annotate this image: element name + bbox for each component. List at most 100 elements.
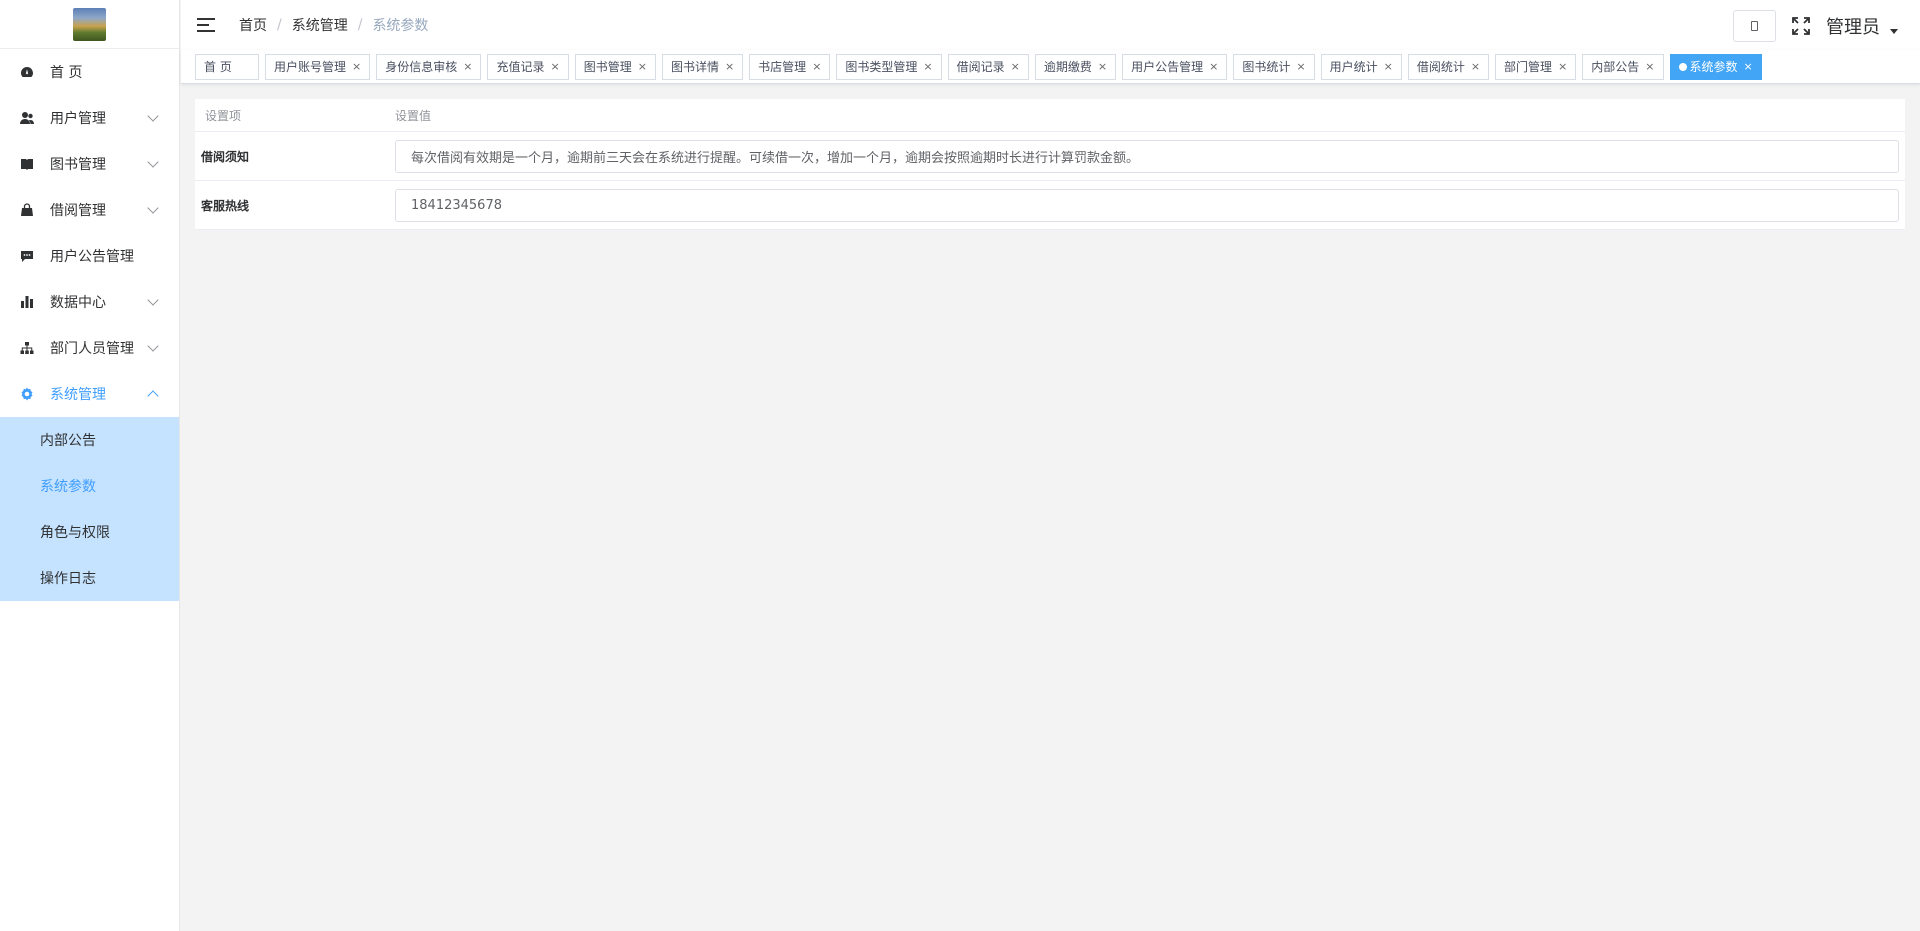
tag-book-management[interactable]: 图书管理 × bbox=[574, 53, 656, 80]
book-icon bbox=[21, 159, 33, 170]
tag-label: 图书管理 bbox=[583, 60, 632, 74]
close-icon[interactable]: × bbox=[1384, 60, 1393, 73]
breadcrumb-item-system[interactable]: 系统管理 bbox=[292, 15, 348, 35]
borrow-notice-input[interactable]: 每次借阅有效期是一个月，逾期前三天会在系统进行提醒。可续借一次，增加一个月，逾期… bbox=[395, 139, 1899, 173]
column-header-value: 设置值 bbox=[395, 108, 432, 123]
tag-label: 内部公告 bbox=[1591, 60, 1640, 74]
tag-label: 图书类型管理 bbox=[845, 60, 918, 74]
app-root: 首 页 用户管理 图书管理 借阅管理 用户公告管理 数据中心 部门人员管理 系统… bbox=[0, 0, 1920, 931]
close-icon[interactable]: × bbox=[1011, 60, 1020, 73]
user-menu[interactable]: 管理员 bbox=[1826, 13, 1898, 39]
sidebar-item-department[interactable]: 部门人员管理 bbox=[0, 325, 179, 371]
header-actions: 管理员 bbox=[1733, 10, 1898, 42]
close-icon[interactable]: × bbox=[1296, 60, 1305, 73]
hotline-input[interactable]: 18412345678 bbox=[395, 188, 1899, 222]
tag-bookstore[interactable]: 书店管理 × bbox=[749, 53, 831, 80]
collapse-menu-icon[interactable] bbox=[197, 18, 215, 32]
table-row: 借阅须知 每次借阅有效期是一个月，逾期前三天会在系统进行提醒。可续借一次，增加一… bbox=[195, 132, 1905, 181]
org-chart-icon bbox=[20, 342, 34, 354]
sidebar-item-borrow[interactable]: 借阅管理 bbox=[0, 187, 179, 233]
close-icon[interactable]: × bbox=[352, 60, 361, 73]
tag-label: 首 页 bbox=[204, 60, 232, 74]
close-icon[interactable]: × bbox=[550, 60, 559, 73]
tag-user-stats[interactable]: 用户统计 × bbox=[1320, 53, 1402, 80]
tag-internal-notice[interactable]: 内部公告 × bbox=[1582, 53, 1664, 80]
tag-label: 逾期缴费 bbox=[1043, 60, 1092, 74]
breadcrumb-item-current: 系统参数 bbox=[372, 18, 429, 34]
submenu-item-system-params[interactable]: 系统参数 bbox=[0, 463, 179, 509]
sidebar-item-label: 借阅管理 bbox=[50, 203, 106, 219]
tag-label: 系统参数 bbox=[1689, 60, 1738, 74]
sidebar-item-system[interactable]: 系统管理 bbox=[0, 371, 179, 417]
submenu-item-operation-log[interactable]: 操作日志 bbox=[0, 555, 179, 601]
sidebar-item-label: 用户管理 bbox=[50, 111, 106, 127]
shopping-bag-icon bbox=[21, 203, 33, 216]
close-icon[interactable]: × bbox=[812, 60, 821, 73]
breadcrumb: 首页 / 系统管理 / 系统参数 bbox=[239, 15, 428, 35]
sidebar: 首 页 用户管理 图书管理 借阅管理 用户公告管理 数据中心 部门人员管理 系统… bbox=[0, 0, 180, 931]
table-row: 客服热线 18412345678 bbox=[195, 181, 1905, 230]
close-icon[interactable]: × bbox=[638, 60, 647, 73]
users-icon bbox=[20, 112, 34, 124]
tag-label: 图书详情 bbox=[670, 60, 719, 74]
tag-label: 用户统计 bbox=[1329, 60, 1378, 74]
tag-label: 用户公告管理 bbox=[1131, 60, 1204, 74]
sidebar-item-users[interactable]: 用户管理 bbox=[0, 95, 179, 141]
breadcrumb-item-home[interactable]: 首页 bbox=[239, 15, 267, 35]
tag-department[interactable]: 部门管理 × bbox=[1495, 53, 1577, 80]
breadcrumb-separator: / bbox=[357, 17, 363, 33]
tag-recharge-records[interactable]: 充值记录 × bbox=[487, 53, 569, 80]
setting-value-cell: 每次借阅有效期是一个月，逾期前三天会在系统进行提醒。可续借一次，增加一个月，逾期… bbox=[395, 139, 1905, 173]
phone-icon bbox=[1751, 21, 1758, 31]
gear-icon bbox=[21, 387, 33, 401]
fullscreen-icon[interactable] bbox=[1792, 17, 1810, 35]
close-icon[interactable]: × bbox=[1645, 60, 1654, 73]
caret-down-icon bbox=[1890, 28, 1898, 34]
tag-label: 书店管理 bbox=[758, 60, 807, 74]
chevron-down-icon bbox=[147, 110, 159, 122]
table-header: 设置项 设置值 bbox=[195, 99, 1905, 132]
tag-book-stats[interactable]: 图书统计 × bbox=[1233, 53, 1315, 80]
close-icon[interactable]: × bbox=[1209, 60, 1218, 73]
breadcrumb-separator: / bbox=[277, 17, 282, 33]
submenu-item-internal-notice[interactable]: 内部公告 bbox=[0, 417, 179, 463]
tag-system-params[interactable]: 系统参数 × bbox=[1669, 53, 1762, 80]
tag-user-announcements[interactable]: 用户公告管理 × bbox=[1122, 53, 1228, 80]
dashboard-icon bbox=[21, 67, 33, 77]
tag-identity-review[interactable]: 身份信息审核 × bbox=[376, 53, 482, 80]
tag-book-types[interactable]: 图书类型管理 × bbox=[836, 53, 942, 80]
close-icon[interactable]: × bbox=[1098, 60, 1107, 73]
bar-chart-icon bbox=[21, 296, 33, 308]
sidebar-item-announcements[interactable]: 用户公告管理 bbox=[0, 233, 179, 279]
tag-home[interactable]: 首 页 bbox=[195, 53, 259, 80]
close-icon[interactable]: × bbox=[463, 60, 472, 73]
tag-label: 充值记录 bbox=[496, 60, 545, 74]
logo-image[interactable] bbox=[73, 7, 106, 41]
close-icon[interactable]: × bbox=[1558, 60, 1567, 73]
sidebar-item-data-center[interactable]: 数据中心 bbox=[0, 279, 179, 325]
tags-view: 首 页 用户账号管理 × 身份信息审核 × 充值记录 × 图书管理 × 图书详情 × 书店… bbox=[181, 50, 1920, 84]
close-icon[interactable]: × bbox=[725, 60, 734, 73]
column-header-key: 设置项 bbox=[205, 108, 242, 123]
active-dot-icon bbox=[1678, 62, 1687, 71]
submenu-item-roles[interactable]: 角色与权限 bbox=[0, 509, 179, 555]
sidebar-item-books[interactable]: 图书管理 bbox=[0, 141, 179, 187]
tag-label: 借阅统计 bbox=[1416, 60, 1465, 74]
chevron-down-icon bbox=[147, 202, 159, 214]
close-icon[interactable]: × bbox=[923, 60, 932, 73]
sidebar-menu: 首 页 用户管理 图书管理 借阅管理 用户公告管理 数据中心 部门人员管理 系统… bbox=[0, 49, 179, 417]
close-icon[interactable]: × bbox=[1471, 60, 1480, 73]
sidebar-item-home[interactable]: 首 页 bbox=[0, 49, 179, 95]
tag-book-details[interactable]: 图书详情 × bbox=[661, 53, 744, 80]
setting-key: 借阅须知 bbox=[201, 149, 250, 164]
tag-borrow-records[interactable]: 借阅记录 × bbox=[947, 53, 1029, 80]
close-icon[interactable]: × bbox=[1744, 60, 1753, 73]
tag-overdue-payment[interactable]: 逾期缴费 × bbox=[1034, 53, 1117, 80]
tag-borrow-stats[interactable]: 借阅统计 × bbox=[1407, 53, 1490, 80]
sidebar-item-label: 数据中心 bbox=[50, 295, 106, 311]
mobile-view-button[interactable] bbox=[1733, 10, 1776, 42]
user-name-label: 管理员 bbox=[1826, 17, 1880, 38]
tag-user-accounts[interactable]: 用户账号管理 × bbox=[265, 53, 371, 80]
tag-label: 借阅记录 bbox=[956, 60, 1005, 74]
submenu-item-label: 操作日志 bbox=[40, 571, 96, 587]
